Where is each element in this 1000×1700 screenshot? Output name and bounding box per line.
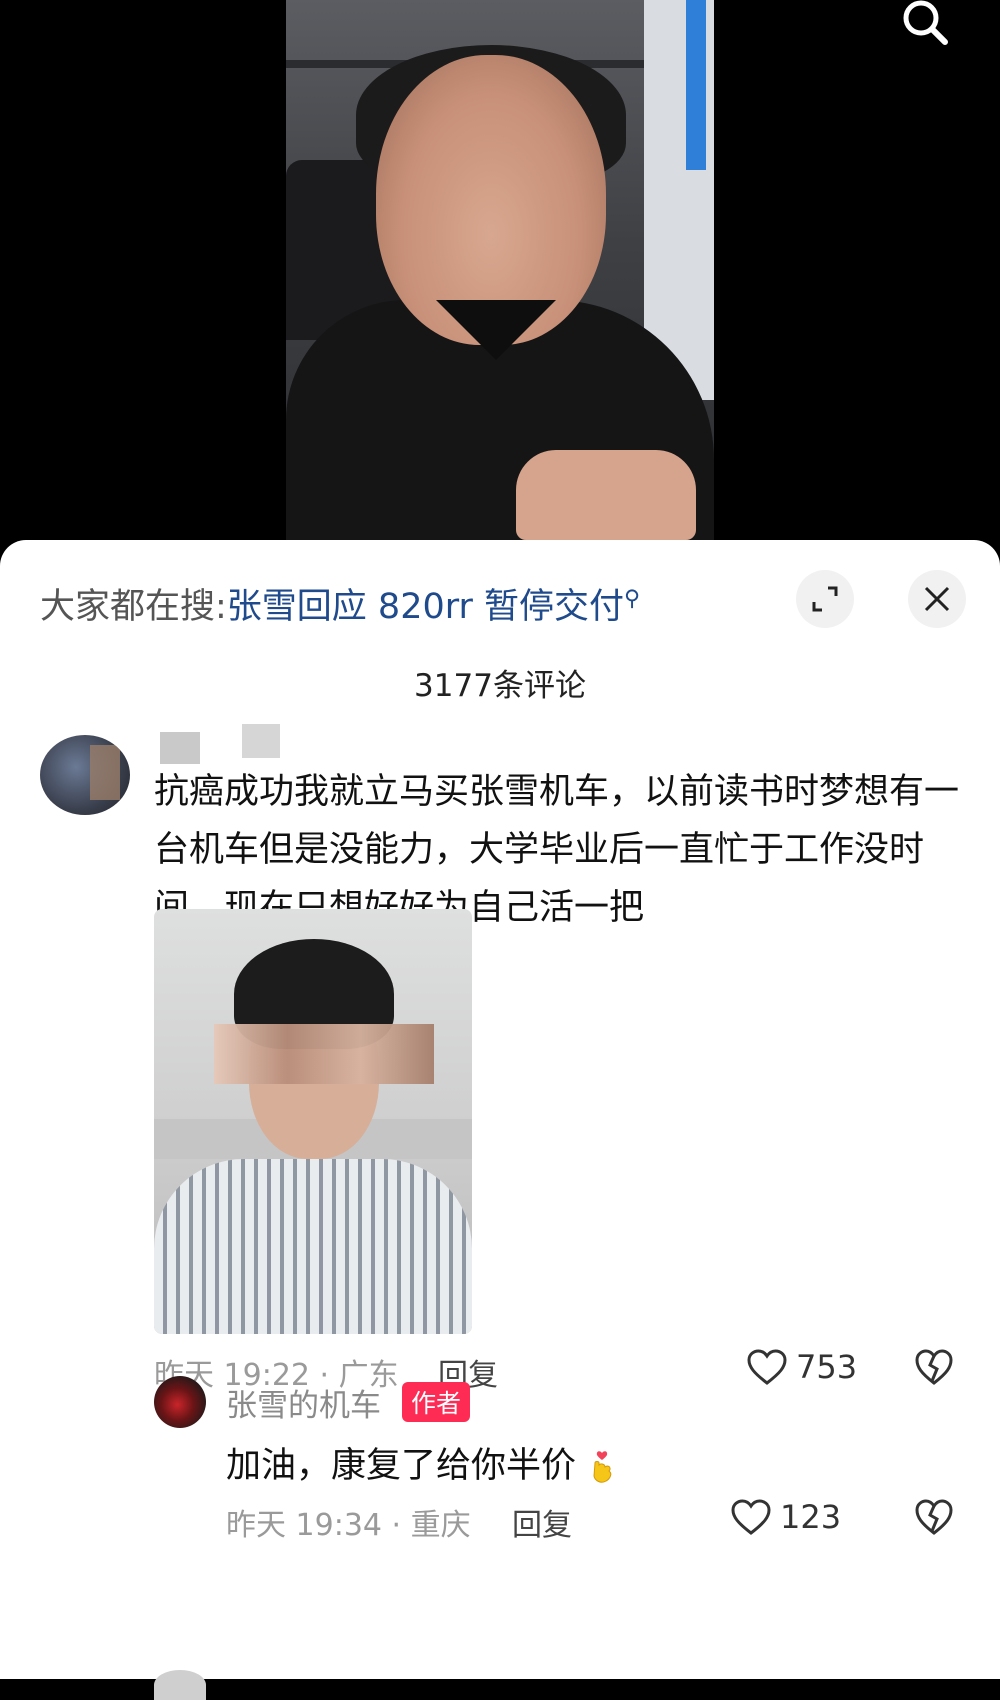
photo-face-blur <box>214 1024 434 1084</box>
trending-search-icon: ⚲ <box>624 586 641 612</box>
comment-photo[interactable] <box>154 909 472 1334</box>
reply-time-location: 昨天 19:34 · 重庆 <box>226 1508 471 1543</box>
dislike-heart-icon <box>915 1349 953 1385</box>
author-avatar[interactable] <box>154 1376 206 1428</box>
video-player[interactable] <box>0 0 1000 560</box>
expand-button[interactable] <box>796 570 854 628</box>
author-name[interactable]: 张雪的机车 <box>226 1380 381 1425</box>
man-hands <box>516 450 696 540</box>
blue-strip <box>686 0 706 170</box>
comments-count: 3177条评论 <box>414 668 586 704</box>
like-count: 123 <box>780 1498 842 1536</box>
heart-icon <box>731 1499 771 1535</box>
username-blurred[interactable] <box>160 732 200 764</box>
reply-button[interactable]: 回复 <box>512 1500 572 1544</box>
trending-search[interactable]: 大家都在搜:张雪回应 820rr 暂停交付⚲ <box>40 578 640 629</box>
trending-prefix: 大家都在搜: <box>40 587 227 627</box>
author-reply-text: 加油，康复了给你半价 <box>226 1437 617 1488</box>
trending-query-link[interactable]: 张雪回应 820rr 暂停交付 <box>227 587 624 627</box>
finger-heart-icon <box>593 1451 612 1483</box>
search-icon <box>903 0 948 45</box>
photo-striped-shirt <box>154 1159 472 1334</box>
like-count: 753 <box>796 1348 858 1386</box>
dislike-button[interactable] <box>914 1348 962 1386</box>
search-button[interactable] <box>895 0 955 48</box>
dislike-button[interactable] <box>914 1498 962 1536</box>
expand-icon <box>812 586 838 612</box>
close-icon <box>924 586 950 612</box>
avatar[interactable] <box>40 735 130 815</box>
like-button[interactable]: 753 <box>746 1348 857 1386</box>
video-frame <box>286 0 714 540</box>
author-badge: 作者 <box>402 1382 471 1422</box>
close-button[interactable] <box>908 570 966 628</box>
heart-icon <box>747 1349 787 1385</box>
username-blurred[interactable] <box>242 724 280 758</box>
next-comment-avatar[interactable] <box>154 1670 206 1700</box>
comments-sheet: 大家都在搜:张雪回应 820rr 暂停交付⚲ 3177条评论 抗癌成功我就立马买… <box>0 540 1000 1700</box>
author-reply-content: 加油，康复了给你半价 <box>226 1446 577 1486</box>
dislike-heart-icon <box>915 1499 953 1535</box>
like-button[interactable]: 123 <box>730 1498 841 1536</box>
